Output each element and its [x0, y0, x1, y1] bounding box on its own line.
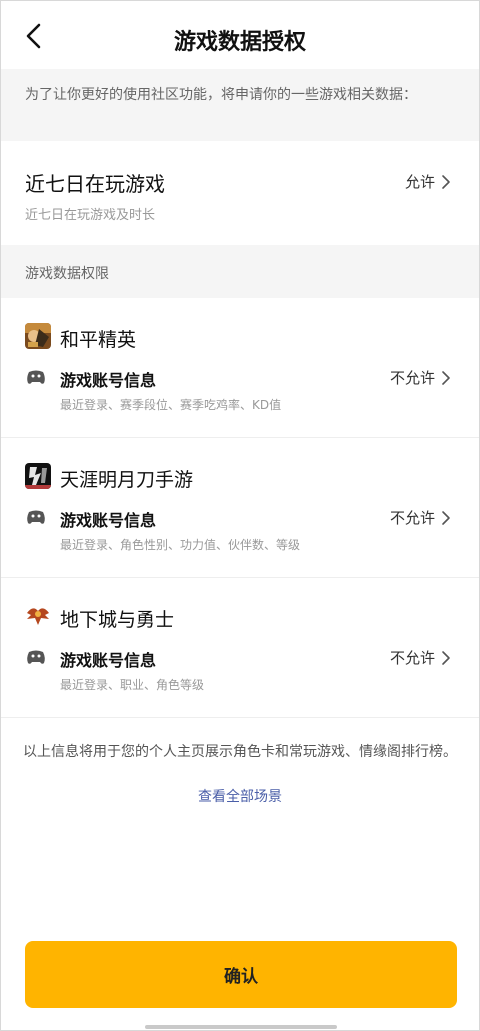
top-bar: 游戏数据授权	[1, 1, 479, 69]
permission-label: 游戏账号信息	[60, 651, 157, 670]
chevron-right-icon	[442, 510, 450, 525]
permission-status: 不允许	[389, 369, 435, 387]
gamepad-icon	[27, 370, 45, 384]
permission-status: 不允许	[389, 649, 435, 667]
gamepad-icon	[27, 510, 45, 524]
recent-games-row[interactable]: 近七日在玩游戏 近七日在玩游戏及时长 允许	[1, 141, 479, 245]
game-card: 和平精英 游戏账号信息 最近登录、赛季段位、赛季吃鸡率、KD值 不允许	[1, 298, 479, 438]
permission-label: 游戏账号信息	[60, 511, 157, 530]
page-title: 游戏数据授权	[173, 30, 306, 55]
game-name: 和平精英	[60, 329, 137, 351]
permission-label: 游戏账号信息	[60, 371, 157, 390]
permission-detail: 最近登录、角色性别、功力值、伙伴数、等级	[60, 538, 301, 552]
game-peace-elite-icon	[25, 323, 51, 349]
view-all-scenes-link[interactable]: 查看全部场景	[1, 786, 479, 806]
section-title: 游戏数据权限	[1, 245, 479, 298]
gamepad-icon	[27, 650, 45, 664]
game-moonlight-blade-icon	[25, 463, 51, 489]
game-card: 地下城与勇士 游戏账号信息 最近登录、职业、角色等级 不允许	[1, 578, 479, 718]
permission-toggle[interactable]: 不允许	[390, 367, 453, 388]
permission-status: 不允许	[389, 509, 435, 527]
recent-games-title: 近七日在玩游戏	[25, 172, 165, 196]
chevron-right-icon	[442, 174, 450, 189]
usage-description: 以上信息将用于您的个人主页展示角色卡和常玩游戏、情缘阁排行榜。	[23, 744, 457, 760]
permission-toggle[interactable]: 不允许	[390, 647, 453, 668]
recent-games-status: 允许	[404, 173, 435, 191]
game-name: 地下城与勇士	[60, 609, 175, 631]
permission-detail: 最近登录、职业、角色等级	[60, 678, 205, 692]
recent-games-permission-toggle[interactable]: 允许	[405, 171, 453, 192]
game-dnf-icon	[25, 603, 51, 629]
recent-games-subtitle: 近七日在玩游戏及时长	[25, 208, 156, 223]
permission-toggle[interactable]: 不允许	[390, 507, 453, 528]
home-indicator	[145, 1025, 337, 1029]
game-name: 天涯明月刀手游	[60, 469, 194, 491]
chevron-right-icon	[442, 370, 450, 385]
confirm-button[interactable]: 确认	[25, 941, 457, 1008]
permission-detail: 最近登录、赛季段位、赛季吃鸡率、KD值	[60, 398, 282, 412]
authorization-notice: 为了让你更好的使用社区功能，将申请你的一些游戏相关数据：	[1, 69, 479, 141]
chevron-right-icon	[442, 650, 450, 665]
game-card: 天涯明月刀手游 游戏账号信息 最近登录、角色性别、功力值、伙伴数、等级 不允许	[1, 438, 479, 578]
